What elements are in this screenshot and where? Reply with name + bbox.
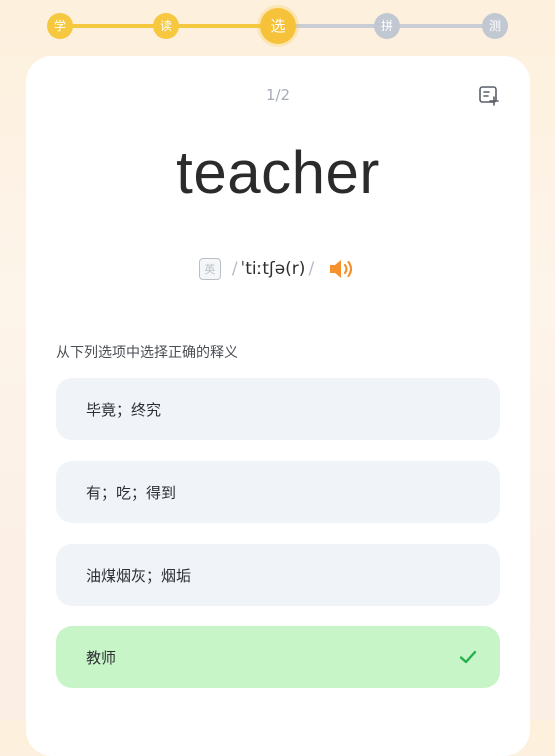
question-counter: 1/2: [265, 86, 291, 104]
speaker-icon[interactable]: [327, 256, 357, 282]
option-2[interactable]: 有；吃；得到: [56, 461, 500, 523]
step-test[interactable]: 测: [482, 13, 508, 39]
option-4-correct[interactable]: 教师: [56, 626, 500, 688]
option-1[interactable]: 毕竟；终究: [56, 378, 500, 440]
step-read[interactable]: 读: [153, 13, 179, 39]
step-choose[interactable]: 选: [260, 8, 296, 44]
option-label: 油煤烟灰；烟垢: [86, 566, 192, 585]
option-label: 教师: [86, 648, 117, 667]
vocabulary-word: teacher: [176, 139, 380, 206]
step-learn[interactable]: 学: [47, 13, 73, 39]
step-spell[interactable]: 拼: [374, 13, 400, 39]
option-label: 毕竟；终究: [86, 400, 162, 419]
phonetic-slash-left: /: [231, 259, 238, 279]
word-card: 1/2 teacher 英 / ˈtiːtʃə(r) / 从下列选项中选择正确的…: [26, 56, 530, 756]
phonetic-slash-right: /: [308, 259, 315, 279]
phonetic-text: ˈtiːtʃə(r): [240, 259, 306, 279]
instruction-text: 从下列选项中选择正确的释义: [56, 345, 238, 361]
phonetic-row: 英 / ˈtiːtʃə(r) /: [26, 254, 530, 284]
check-icon: [459, 650, 477, 664]
option-label: 有；吃；得到: [86, 483, 177, 502]
flashcard-icon[interactable]: [478, 84, 500, 106]
progress-steps: 学 读 选 拼 测: [0, 0, 555, 52]
accent-badge[interactable]: 英: [198, 258, 221, 280]
option-3[interactable]: 油煤烟灰；烟垢: [56, 544, 500, 606]
